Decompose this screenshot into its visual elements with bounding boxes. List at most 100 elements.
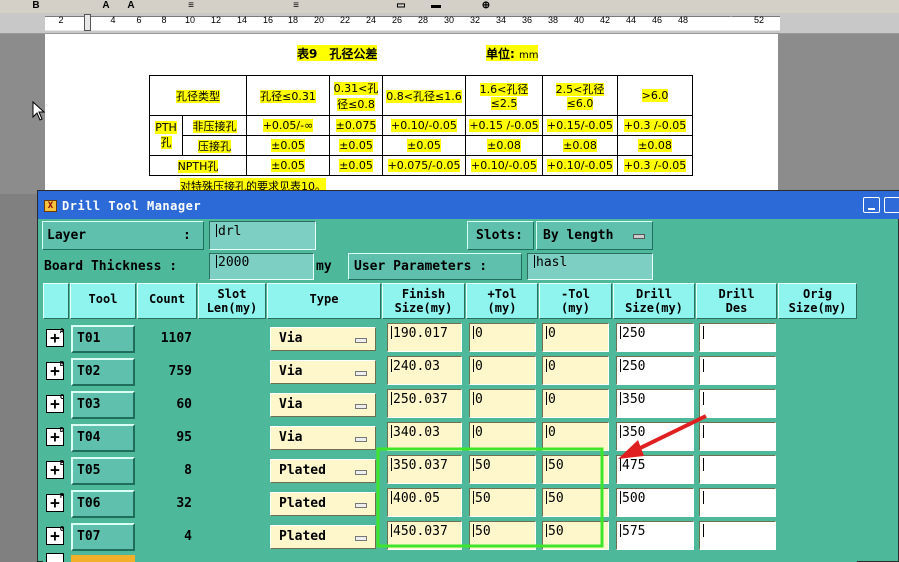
finish-size-input[interactable]: 250.037 [387, 389, 462, 418]
layer-input[interactable]: drl [209, 221, 316, 250]
tool-button[interactable]: T05 [71, 457, 135, 485]
maximize-button[interactable] [884, 197, 899, 213]
minus-tol-input[interactable]: 50 [542, 455, 609, 484]
header-tool[interactable]: Tool [70, 283, 136, 319]
tool-button[interactable]: T03 [71, 391, 135, 419]
finish-size-input[interactable]: 450.037 [387, 521, 462, 550]
window-titlebar[interactable]: X Drill Tool Manager [38, 191, 899, 219]
type-dropdown[interactable]: Plated [270, 525, 376, 549]
ruler-number: 20 [313, 15, 325, 25]
minus-tol-input[interactable]: 0 [542, 323, 609, 352]
row-expand-icon[interactable]: + D [46, 426, 64, 446]
drill-des-input[interactable] [699, 422, 776, 451]
highlight-icon[interactable]: A [125, 0, 137, 12]
ruler-number: 42 [599, 15, 611, 25]
bold-icon[interactable]: B [30, 0, 42, 12]
row-expand-icon[interactable] [46, 553, 64, 562]
header-type[interactable]: Type [267, 283, 381, 319]
header-count[interactable]: Count [137, 283, 197, 319]
tool-button-partial[interactable] [71, 555, 135, 562]
spec-cell: +0.10/-0.05 [382, 115, 466, 136]
line-spacing-icon[interactable]: ≡ [290, 0, 302, 12]
type-dropdown[interactable]: Via [270, 327, 376, 351]
row-expand-icon[interactable]: + C [46, 393, 64, 413]
row-expand-icon[interactable]: + A [46, 327, 64, 347]
header-finish-size[interactable]: Finish Size(my) [382, 283, 465, 319]
drill-size-input[interactable]: 350 [616, 389, 694, 418]
row-expand-icon[interactable]: + E [46, 459, 64, 479]
drill-size-input[interactable]: 250 [616, 323, 694, 352]
tool-button[interactable]: T07 [71, 523, 135, 551]
row-expand-icon[interactable]: + G [46, 525, 64, 545]
type-dropdown[interactable]: Via [270, 426, 376, 450]
type-dropdown[interactable]: Via [270, 393, 376, 417]
spec-header-cell: 0.31<孔径≤0.8 [329, 75, 383, 116]
tool-row: + C T03 60 Via 250.037 0 0 350 [42, 388, 857, 421]
tool-button[interactable]: T04 [71, 424, 135, 452]
plus-tol-input[interactable]: 50 [469, 455, 536, 484]
shading-icon[interactable]: ▬ [430, 0, 442, 12]
drill-size-input[interactable]: 475 [616, 455, 694, 484]
drill-size-input[interactable]: 250 [616, 356, 694, 385]
drill-size-input[interactable]: 500 [616, 488, 694, 517]
drill-des-input[interactable] [699, 488, 776, 517]
plus-tol-input[interactable]: 0 [469, 323, 536, 352]
drill-des-input[interactable] [699, 389, 776, 418]
dropdown-indicator-icon [355, 338, 367, 343]
row-expand-icon[interactable]: + F [46, 492, 64, 512]
minus-tol-input[interactable]: 50 [542, 488, 609, 517]
row-expand-icon[interactable]: + B [46, 360, 64, 380]
plus-tol-input[interactable]: 0 [469, 422, 536, 451]
finish-size-input[interactable]: 340.03 [387, 422, 462, 451]
tool-button[interactable]: T06 [71, 490, 135, 518]
type-dropdown[interactable]: Plated [270, 492, 376, 516]
tool-row: + B T02 759 Via 240.03 0 0 250 [42, 355, 857, 388]
header-plus-tol[interactable]: +Tol (my) [466, 283, 538, 319]
drill-des-input[interactable] [699, 356, 776, 385]
finish-size-input[interactable]: 350.037 [387, 455, 462, 484]
ruler-number: 10 [184, 15, 196, 25]
slots-dropdown[interactable]: By length [536, 221, 653, 250]
minus-tol-input[interactable]: 0 [542, 422, 609, 451]
finish-size-input[interactable]: 190.017 [387, 323, 462, 352]
font-color-icon[interactable]: A [100, 0, 112, 12]
drill-size-input[interactable]: 350 [616, 422, 694, 451]
board-thickness-input[interactable]: 2000 [209, 253, 314, 280]
header-drill-des[interactable]: Drill Des [696, 283, 777, 319]
type-dropdown[interactable]: Via [270, 360, 376, 384]
type-dropdown[interactable]: Plated [270, 459, 376, 483]
zoom-icon[interactable]: ⊕ [480, 0, 492, 12]
plus-tol-input[interactable]: 50 [469, 488, 536, 517]
drill-des-input[interactable] [699, 521, 776, 550]
indent-marker[interactable] [84, 14, 91, 31]
plus-tol-input[interactable]: 50 [469, 521, 536, 550]
align-left-icon[interactable]: ≡ [185, 0, 197, 12]
plus-tol-input[interactable]: 0 [469, 389, 536, 418]
count-value: 4 [184, 529, 192, 544]
minus-tol-input[interactable]: 0 [542, 356, 609, 385]
header-drill-size[interactable]: Drill Size(my) [613, 283, 695, 319]
finish-size-input[interactable]: 240.03 [387, 356, 462, 385]
drill-des-input[interactable] [699, 323, 776, 352]
minus-tol-input[interactable]: 0 [542, 389, 609, 418]
header-minus-tol[interactable]: -Tol (my) [539, 283, 612, 319]
spec-row-name: 非压接孔 [182, 115, 247, 136]
right-indent-marker[interactable] [726, 16, 736, 26]
user-parameters-input[interactable]: hasl [527, 253, 653, 280]
dropdown-indicator-icon [355, 404, 367, 409]
header-orig-size[interactable]: Orig Size(my) [778, 283, 857, 319]
user-parameters-button[interactable]: User Parameters : [348, 253, 522, 280]
minus-tol-input[interactable]: 50 [542, 521, 609, 550]
ruler-number: 34 [495, 15, 507, 25]
tool-button[interactable]: T02 [71, 358, 135, 386]
finish-size-input[interactable]: 400.05 [387, 488, 462, 517]
border-icon[interactable]: ▭ [395, 0, 407, 12]
mouse-pointer-icon [32, 101, 46, 121]
plus-tol-input[interactable]: 0 [469, 356, 536, 385]
minimize-button[interactable] [863, 197, 880, 213]
app-icon: X [44, 200, 57, 212]
drill-des-input[interactable] [699, 455, 776, 484]
drill-size-input[interactable]: 575 [616, 521, 694, 550]
header-slot-len[interactable]: Slot Len(my) [198, 283, 266, 319]
tool-button[interactable]: T01 [71, 325, 135, 353]
